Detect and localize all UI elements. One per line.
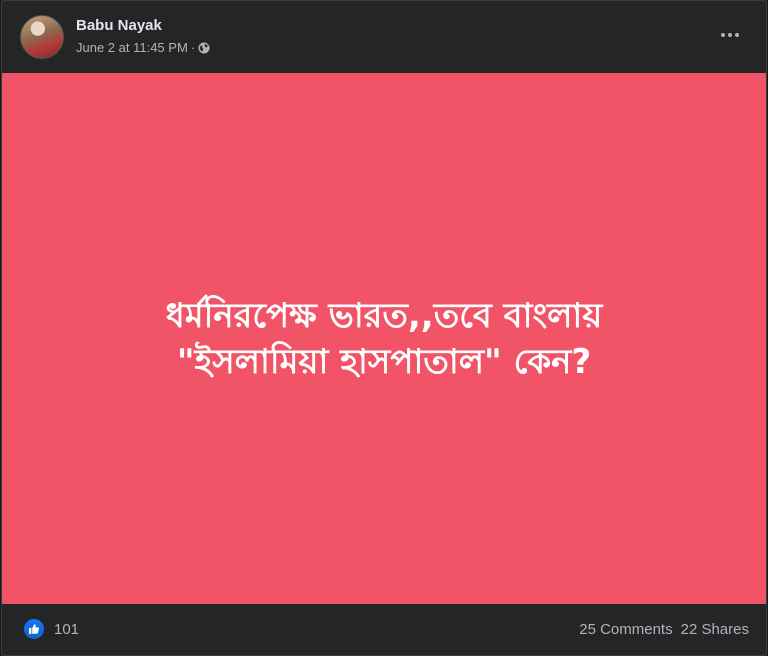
- post-media[interactable]: ধর্মনিরপেক্ষ ভারত,,তবে বাংলায় "ইসলামিয়…: [2, 73, 766, 604]
- globe-icon[interactable]: [198, 42, 210, 54]
- like-thumb-icon[interactable]: [24, 619, 44, 639]
- author-name[interactable]: Babu Nayak: [76, 17, 162, 34]
- meta-separator: ·: [190, 40, 196, 55]
- post-card: Babu Nayak June 2 at 11:45 PM · ধর্মনিরপ…: [1, 0, 767, 656]
- shares-count[interactable]: 22 Shares: [681, 621, 749, 638]
- post-header: Babu Nayak June 2 at 11:45 PM ·: [2, 1, 766, 73]
- engagement-stats: 25 Comments 22 Shares: [579, 621, 749, 638]
- more-options-icon[interactable]: [716, 25, 744, 45]
- like-count[interactable]: 101: [54, 621, 79, 638]
- post-text-line-1: ধর্মনিরপেক্ষ ভারত,,তবে বাংলায়: [165, 295, 603, 336]
- comments-count[interactable]: 25 Comments: [579, 621, 672, 638]
- avatar[interactable]: [20, 15, 64, 59]
- post-meta: June 2 at 11:45 PM ·: [76, 40, 210, 55]
- post-text-line-2: "ইসলামিয়া হাসপাতাল" কেন?: [176, 341, 592, 382]
- post-text: ধর্মনিরপেক্ষ ভারত,,তবে বাংলায় "ইসলামিয়…: [64, 293, 704, 385]
- post-footer: 101 25 Comments 22 Shares: [2, 604, 766, 656]
- timestamp[interactable]: June 2 at 11:45 PM: [76, 40, 188, 55]
